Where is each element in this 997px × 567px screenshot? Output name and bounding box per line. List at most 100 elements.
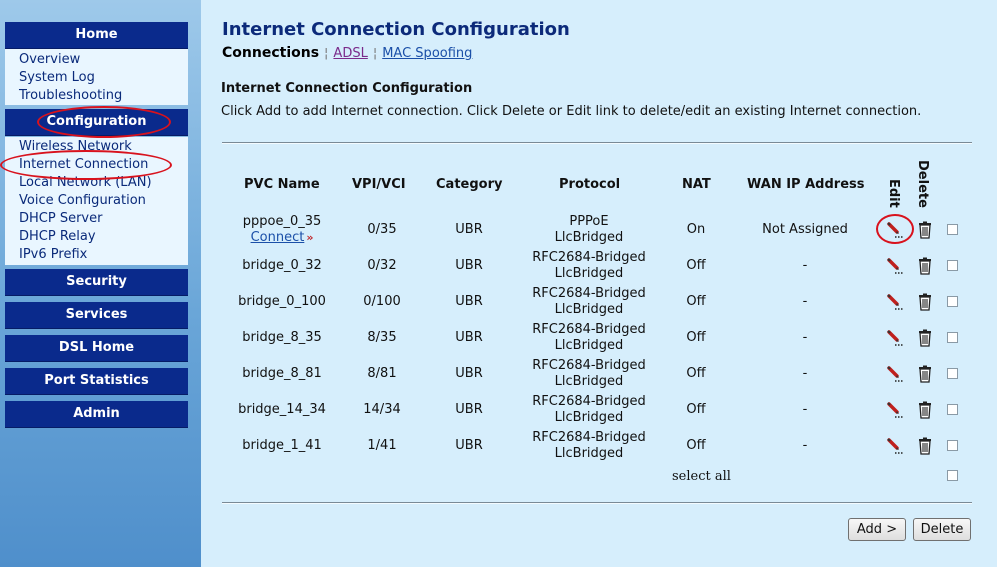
protocol: RFC2684-Bridged: [532, 394, 646, 409]
sub-navigation: Connections ¦ ADSL ¦ MAC Spoofing: [222, 45, 472, 61]
edit-icon[interactable]: [886, 329, 904, 347]
encapsulation: LlcBridged: [554, 338, 624, 353]
protocol-cell: RFC2684-Bridged LlcBridged: [519, 358, 659, 390]
nav-home-list: Overview System Log Troubleshooting: [5, 49, 188, 105]
category: UBR: [455, 258, 483, 273]
delete-icon[interactable]: [916, 437, 934, 455]
pvc-name: bridge_8_35: [242, 330, 322, 345]
wan-ip: -: [802, 258, 808, 273]
header-delete: Delete: [915, 160, 930, 208]
header-vpi-vci: VPI/VCI: [352, 177, 406, 192]
row-checkbox[interactable]: [947, 404, 958, 415]
nat-status: Off: [686, 294, 706, 309]
table-row: bridge_0_32 0/32 UBR RFC2684-Bridged LlcBrid…: [0, 248, 997, 284]
table-row: bridge_1_41 1/41 UBR RFC2684-Bridged LlcBrid…: [0, 428, 997, 464]
nav-home[interactable]: Home: [5, 22, 188, 49]
nav-item-troubleshooting[interactable]: Troubleshooting: [5, 87, 188, 105]
pvc-name: pppoe_0_35: [242, 214, 322, 229]
pvc-name: bridge_0_32: [242, 258, 322, 273]
category: UBR: [455, 402, 483, 417]
nav-item-voice-configuration[interactable]: Voice Configuration: [5, 192, 188, 210]
protocol-cell: RFC2684-Bridged LlcBridged: [519, 430, 659, 462]
select-all-label: select all: [672, 469, 731, 484]
tab-mac-spoofing[interactable]: MAC Spoofing: [382, 46, 472, 61]
encapsulation: LlcBridged: [554, 230, 624, 245]
row-checkbox[interactable]: [947, 440, 958, 451]
wan-ip: -: [802, 438, 808, 453]
nat-status: Off: [686, 402, 706, 417]
vpi-vci: 0/100: [363, 294, 401, 309]
edit-icon[interactable]: [886, 221, 904, 239]
vpi-vci: 8/81: [367, 366, 397, 381]
table-row: bridge_8_81 8/81 UBR RFC2684-Bridged LlcBrid…: [0, 356, 997, 392]
wan-ip: -: [802, 402, 808, 417]
edit-icon[interactable]: [886, 257, 904, 275]
delete-icon[interactable]: [916, 257, 934, 275]
row-checkbox[interactable]: [947, 224, 958, 235]
tab-connections[interactable]: Connections: [222, 45, 319, 61]
nav-item-internet-connection[interactable]: Internet Connection: [5, 156, 188, 174]
vpi-vci: 0/32: [367, 258, 397, 273]
edit-icon[interactable]: [886, 365, 904, 383]
delete-icon[interactable]: [916, 293, 934, 311]
tab-adsl[interactable]: ADSL: [333, 46, 367, 61]
category: UBR: [455, 294, 483, 309]
encapsulation: LlcBridged: [554, 374, 624, 389]
delete-icon[interactable]: [916, 401, 934, 419]
wan-ip: -: [802, 294, 808, 309]
select-all-checkbox[interactable]: [947, 470, 958, 481]
encapsulation: LlcBridged: [554, 302, 624, 317]
connect-arrows-icon: »: [306, 231, 314, 244]
nav-item-system-log[interactable]: System Log: [5, 69, 188, 87]
protocol-cell: RFC2684-Bridged LlcBridged: [519, 394, 659, 426]
header-category: Category: [436, 177, 503, 192]
pvc-name: bridge_8_81: [242, 366, 322, 381]
instructions-text: Click Add to add Internet connection. Cl…: [221, 104, 922, 119]
row-checkbox[interactable]: [947, 332, 958, 343]
protocol-cell: RFC2684-Bridged LlcBridged: [519, 322, 659, 354]
pvc-name-cell: pppoe_0_35 Connect»: [222, 214, 342, 246]
vpi-vci: 8/35: [367, 330, 397, 345]
nav-item-local-network[interactable]: Local Network (LAN): [5, 174, 188, 192]
edit-icon[interactable]: [886, 293, 904, 311]
delete-button[interactable]: Delete: [913, 518, 971, 541]
protocol-cell: RFC2684-Bridged LlcBridged: [519, 286, 659, 318]
protocol-cell: PPPoE LlcBridged: [519, 214, 659, 246]
section-title: Internet Connection Configuration: [221, 81, 473, 96]
vpi-vci: 14/34: [363, 402, 401, 417]
header-nat: NAT: [682, 177, 711, 192]
row-checkbox[interactable]: [947, 296, 958, 307]
row-checkbox[interactable]: [947, 368, 958, 379]
header-pvc-name: PVC Name: [244, 177, 320, 192]
add-button[interactable]: Add >: [848, 518, 906, 541]
vpi-vci: 0/35: [367, 222, 397, 237]
divider-top: [222, 142, 972, 144]
protocol: RFC2684-Bridged: [532, 358, 646, 373]
connect-link[interactable]: Connect: [251, 230, 305, 245]
nat-status: Off: [686, 366, 706, 381]
header-protocol: Protocol: [559, 177, 621, 192]
wan-ip: Not Assigned: [762, 222, 848, 237]
wan-ip: -: [802, 330, 808, 345]
protocol: PPPoE: [569, 214, 609, 229]
protocol-cell: RFC2684-Bridged LlcBridged: [519, 250, 659, 282]
pvc-name: bridge_14_34: [238, 402, 326, 417]
delete-icon[interactable]: [916, 329, 934, 347]
edit-icon[interactable]: [886, 437, 904, 455]
protocol: RFC2684-Bridged: [532, 286, 646, 301]
category: UBR: [455, 438, 483, 453]
row-checkbox[interactable]: [947, 260, 958, 271]
nav-item-overview[interactable]: Overview: [5, 51, 188, 69]
nat-status: Off: [686, 258, 706, 273]
nav-item-wireless-network[interactable]: Wireless Network: [5, 138, 188, 156]
delete-icon[interactable]: [916, 365, 934, 383]
edit-icon[interactable]: [886, 401, 904, 419]
encapsulation: LlcBridged: [554, 410, 624, 425]
protocol: RFC2684-Bridged: [532, 430, 646, 445]
vpi-vci: 1/41: [367, 438, 397, 453]
table-row: bridge_8_35 8/35 UBR RFC2684-Bridged LlcBrid…: [0, 320, 997, 356]
protocol: RFC2684-Bridged: [532, 250, 646, 265]
delete-icon[interactable]: [916, 221, 934, 239]
nat-status: On: [686, 222, 706, 237]
nav-configuration[interactable]: Configuration: [5, 109, 188, 136]
